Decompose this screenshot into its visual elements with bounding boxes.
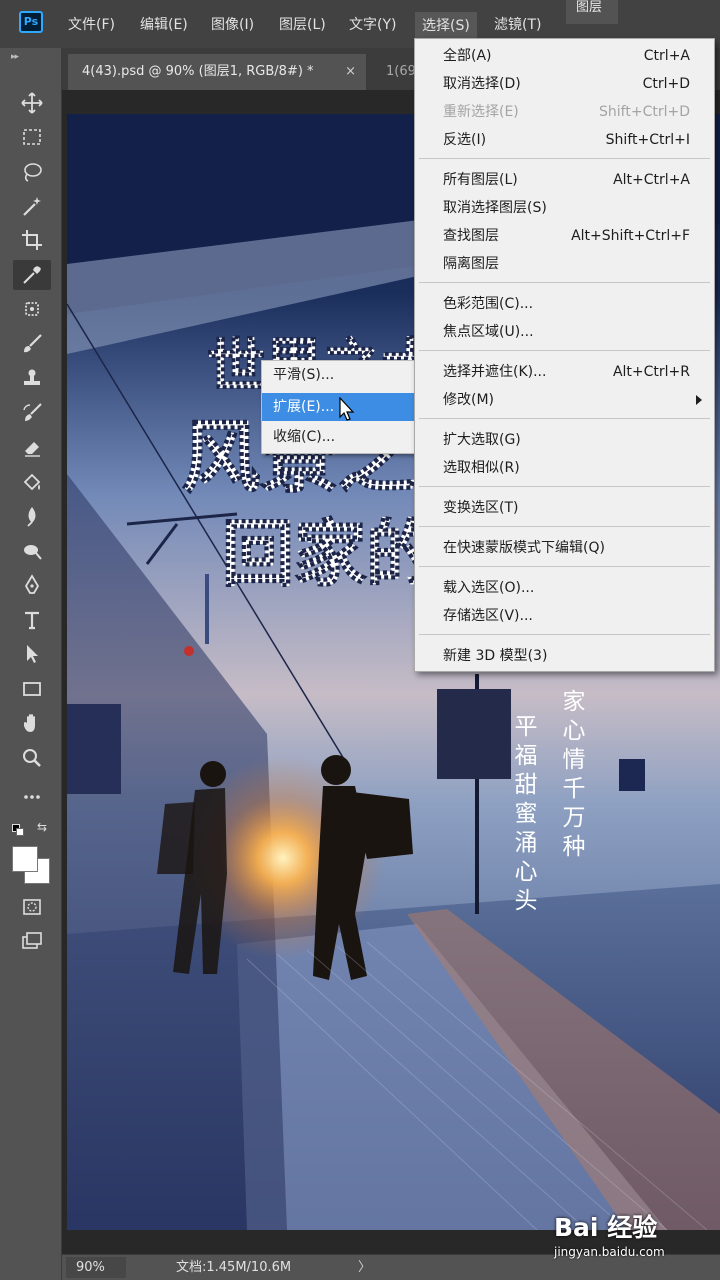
menu-separator — [419, 282, 710, 283]
menu-item-color-range[interactable]: 色彩范围(C)... — [415, 290, 714, 318]
fill-tool-icon[interactable] — [13, 467, 51, 497]
menu-filter[interactable]: 滤镜(T) — [494, 14, 541, 34]
lasso-tool-icon[interactable] — [13, 157, 51, 187]
menu-item-load-selection[interactable]: 载入选区(O)... — [415, 574, 714, 602]
menu-edit[interactable]: 编辑(E) — [140, 14, 188, 34]
photoshop-logo: Ps — [19, 11, 43, 33]
foreground-color-swatch[interactable] — [12, 846, 38, 872]
menu-item-new-3d-model[interactable]: 新建 3D 模型(3) — [415, 642, 714, 670]
eyedropper-tool-icon[interactable] — [13, 260, 51, 290]
menu-item-all-layers[interactable]: 所有图层(L) Alt+Ctrl+A — [415, 166, 714, 194]
tab-label: 1(69 — [386, 64, 416, 79]
more-tools-icon[interactable] — [13, 782, 51, 812]
default-colors-icon[interactable] — [12, 824, 26, 838]
magic-wand-tool-icon[interactable] — [13, 191, 51, 221]
swap-colors-icon[interactable]: ⇆ — [37, 820, 51, 836]
tab-document-active[interactable]: 4(43).psd @ 90% (图层1, RGB/8#) * × — [68, 54, 366, 90]
menu-separator — [419, 526, 710, 527]
poster-vertical-line-2: 家心情千万种 — [558, 689, 586, 863]
eraser-tool-icon[interactable] — [13, 432, 51, 462]
document-size-info: 文档:1.45M/10.6M — [176, 1260, 292, 1275]
watermark-url: jingyan.baidu.com — [554, 1245, 665, 1259]
modify-submenu: 平滑(S)... 扩展(E)... 收缩(C)... — [261, 360, 417, 454]
menu-item-modify[interactable]: 修改(M) — [415, 386, 714, 414]
crop-tool-icon[interactable] — [13, 225, 51, 255]
quick-mask-icon[interactable] — [13, 892, 51, 922]
menu-item-select-all[interactable]: 全部(A) Ctrl+A — [415, 42, 714, 70]
menu-item-transform-selection[interactable]: 变换选区(T) — [415, 494, 714, 522]
history-brush-tool-icon[interactable] — [13, 398, 51, 428]
menu-item-similar[interactable]: 选取相似(R) — [415, 454, 714, 482]
baidu-watermark: Bai 经验 jingyan.baidu.com — [554, 1208, 714, 1264]
menu-item-quick-mask[interactable]: 在快速蒙版模式下编辑(Q) — [415, 534, 714, 562]
zoom-tool-icon[interactable] — [13, 743, 51, 773]
menu-separator — [419, 158, 710, 159]
screen-mode-icon[interactable] — [13, 926, 51, 956]
tab-label: 4(43).psd @ 90% (图层1, RGB/8#) * — [82, 64, 314, 79]
menu-separator — [419, 566, 710, 567]
toolbar: ▸▸ ⇆ — [0, 48, 62, 1280]
menu-separator — [419, 486, 710, 487]
shape-tool-icon[interactable] — [13, 674, 51, 704]
move-tool-icon[interactable] — [13, 88, 51, 118]
close-tab-icon[interactable]: × — [345, 54, 356, 90]
menu-select[interactable]: 选择(S) — [415, 12, 477, 38]
brush-tool-icon[interactable] — [13, 329, 51, 359]
menu-item-smooth[interactable]: 平滑(S)... — [262, 361, 416, 389]
zoom-level-field[interactable]: 90% — [66, 1257, 126, 1278]
watermark-logo: Bai 经验 — [554, 1213, 658, 1242]
menu-image[interactable]: 图像(I) — [211, 14, 254, 34]
pen-tool-icon[interactable] — [13, 570, 51, 600]
menu-separator — [419, 634, 710, 635]
menu-item-contract[interactable]: 收缩(C)... — [262, 423, 416, 451]
menu-item-deselect-layers[interactable]: 取消选择图层(S) — [415, 194, 714, 222]
status-menu-arrow-icon[interactable]: 〉 — [358, 1257, 371, 1278]
menu-item-save-selection[interactable]: 存储选区(V)... — [415, 602, 714, 630]
menu-file[interactable]: 文件(F) — [68, 14, 115, 34]
menu-layer[interactable]: 图层(L) — [279, 14, 326, 34]
menu-item-select-and-mask[interactable]: 选择并遮住(K)... Alt+Ctrl+R — [415, 358, 714, 386]
hand-tool-icon[interactable] — [13, 708, 51, 738]
menu-item-inverse[interactable]: 反选(I) Shift+Ctrl+I — [415, 126, 714, 154]
menu-item-grow[interactable]: 扩大选取(G) — [415, 426, 714, 454]
layers-panel-tab[interactable]: 图层 — [566, 0, 618, 24]
mouse-cursor-icon — [339, 397, 355, 421]
path-select-tool-icon[interactable] — [13, 639, 51, 669]
stamp-tool-icon[interactable] — [13, 363, 51, 393]
type-tool-icon[interactable] — [13, 605, 51, 635]
marquee-tool-icon[interactable] — [13, 122, 51, 152]
menu-item-find-layers[interactable]: 查找图层 Alt+Shift+Ctrl+F — [415, 222, 714, 250]
menu-item-reselect: 重新选择(E) Shift+Ctrl+D — [443, 104, 690, 120]
submenu-arrow-icon — [696, 395, 702, 405]
menu-separator — [419, 350, 710, 351]
poster-vertical-line-1: 平福甜蜜涌心头 — [510, 714, 538, 917]
menu-item-deselect[interactable]: 取消选择(D) Ctrl+D — [415, 70, 714, 98]
menu-item-isolate-layers[interactable]: 隔离图层 — [415, 250, 714, 278]
menu-item-focus-area[interactable]: 焦点区域(U)... — [415, 318, 714, 346]
select-menu-dropdown: 全部(A) Ctrl+A 取消选择(D) Ctrl+D 重新选择(E) Shift+C… — [414, 38, 715, 672]
dodge-tool-icon[interactable] — [13, 536, 51, 566]
collapse-toolbar-icon[interactable]: ▸▸ — [11, 52, 19, 62]
menu-type[interactable]: 文字(Y) — [349, 14, 396, 34]
healing-tool-icon[interactable] — [13, 294, 51, 324]
blur-tool-icon[interactable] — [13, 501, 51, 531]
menu-separator — [419, 418, 710, 419]
